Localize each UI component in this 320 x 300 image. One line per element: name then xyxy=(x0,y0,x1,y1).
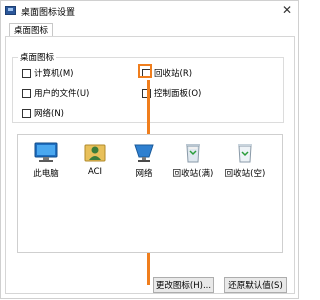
checkbox-label: 控制面板(O) xyxy=(154,89,202,99)
checkbox-label: 用户的文件(U) xyxy=(34,89,90,99)
network-icon xyxy=(134,144,154,162)
group-label: 桌面图标 xyxy=(18,51,57,63)
checkbox-box[interactable] xyxy=(22,68,31,78)
change-icon-button[interactable]: 更改图标(H)... xyxy=(153,277,214,293)
checkbox-control-panel[interactable]: 控制面板(O) xyxy=(142,87,201,99)
icon-item-network[interactable]: 网络 xyxy=(122,141,166,179)
checkbox-user-files[interactable]: 用户的文件(U) xyxy=(22,87,89,99)
icon-label: 回收站(满) xyxy=(172,169,214,179)
icon-item-recycle-bin-empty[interactable]: 回收站(空) xyxy=(223,141,267,179)
checkbox-network[interactable]: 网络(N) xyxy=(22,107,64,119)
checkbox-box[interactable] xyxy=(22,88,31,98)
title-bar: 桌面图标设置 ✕ xyxy=(1,1,298,19)
desktop-icons-list[interactable]: 此电脑 ACI 网络 回收站(满) 回收站(空) xyxy=(17,134,283,253)
computer-icon xyxy=(34,142,58,162)
checkbox-label: 网络(N) xyxy=(34,109,64,119)
user-folder-icon xyxy=(84,144,106,162)
recycle-bin-empty-icon xyxy=(238,144,252,163)
checkbox-label: 回收站(R) xyxy=(154,69,193,79)
recycle-bin-full-icon xyxy=(186,144,200,163)
icon-item-recycle-bin-full[interactable]: 回收站(满) xyxy=(171,141,215,179)
icon-item-this-pc[interactable]: 此电脑 xyxy=(24,141,68,179)
checkbox-label: 计算机(M) xyxy=(34,69,74,79)
icon-label: 此电脑 xyxy=(33,169,59,179)
icon-label: 网络 xyxy=(135,169,153,179)
icon-label: 回收站(空) xyxy=(224,169,266,179)
checkbox-computer[interactable]: 计算机(M) xyxy=(22,67,73,79)
restore-default-button[interactable]: 还原默认值(S) xyxy=(224,277,287,293)
window-title: 桌面图标设置 xyxy=(21,8,76,18)
highlight-box xyxy=(138,64,152,78)
checkbox-box[interactable] xyxy=(22,108,31,118)
icon-item-aci[interactable]: ACI xyxy=(73,141,117,177)
window-icon xyxy=(5,6,16,15)
icon-label: ACI xyxy=(87,167,103,177)
close-button[interactable]: ✕ xyxy=(280,3,294,17)
